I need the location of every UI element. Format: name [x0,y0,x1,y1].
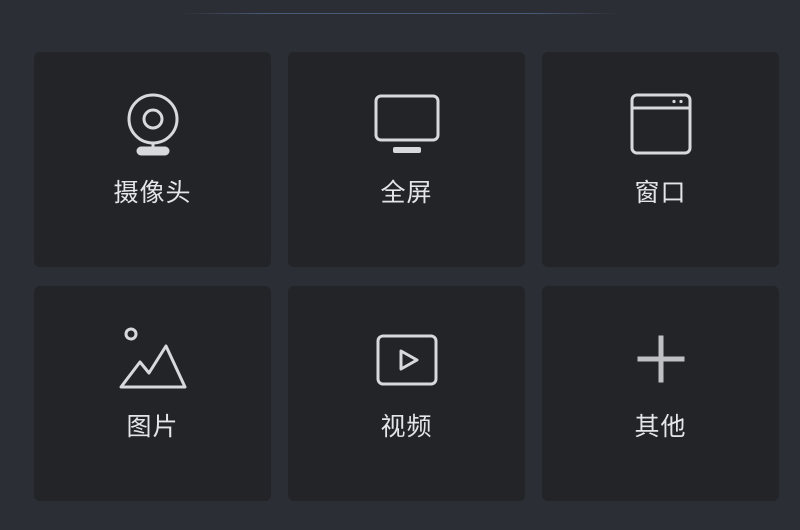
monitor-icon [372,90,442,160]
source-tile-label: 视频 [380,412,433,441]
source-tile-window[interactable]: 窗口 [542,52,779,267]
source-tile-video[interactable]: 视频 [288,286,525,501]
source-tile-label: 摄像头 [113,178,192,207]
source-tile-other[interactable]: 其他 [542,286,779,501]
source-tile-camera[interactable]: 摄像头 [34,52,271,267]
source-tile-label: 全屏 [380,178,433,207]
webcam-icon [118,90,188,160]
source-tile-fullscreen[interactable]: 全屏 [288,52,525,267]
window-icon [626,90,696,160]
plus-icon [626,324,696,394]
source-grid: 摄像头 全屏 窗口 图片 视频 其他 [34,52,779,501]
image-icon [118,324,188,394]
video-play-icon [372,324,442,394]
source-tile-label: 图片 [126,412,179,441]
top-divider [180,13,620,14]
source-tile-label: 窗口 [634,178,687,207]
source-tile-label: 其他 [634,412,687,441]
source-picker-panel: 摄像头 全屏 窗口 图片 视频 其他 [0,0,800,530]
source-tile-image[interactable]: 图片 [34,286,271,501]
